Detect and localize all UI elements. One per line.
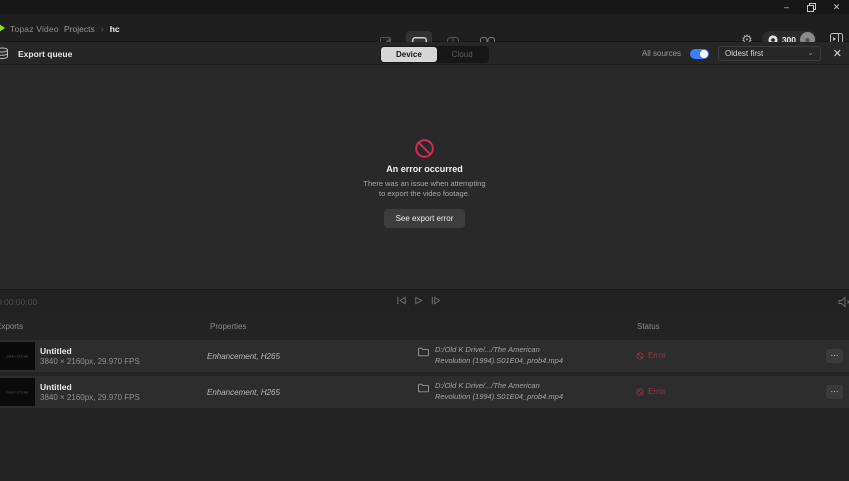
breadcrumb-chevron-icon: ›: [101, 24, 104, 34]
preview-viewer: An error occurred There was an issue whe…: [0, 65, 849, 289]
export-file-path: D:/Old K Drive/.../The American Revoluti…: [435, 345, 563, 366]
play-button[interactable]: [413, 295, 424, 306]
error-title: An error occurred: [386, 164, 463, 174]
export-queue-stack-icon: [0, 47, 9, 62]
close-export-queue-button[interactable]: ✕: [833, 47, 842, 60]
export-thumbnail: GREYSTONE: [0, 378, 35, 406]
folder-icon: [418, 347, 429, 357]
chevron-down-icon: ⌄: [807, 48, 814, 57]
status-error-icon: [636, 388, 644, 396]
exports-table: Exports Properties Status GREYSTONE Unti…: [0, 312, 849, 481]
queue-bar-right-cluster: All sources Oldest first ⌄: [642, 46, 821, 61]
export-status: Error: [636, 351, 666, 360]
export-properties: Enhancement, H265: [207, 388, 280, 397]
restore-button[interactable]: [799, 0, 824, 14]
export-title: Untitled: [40, 346, 72, 356]
exports-table-header: Exports Properties Status: [0, 312, 849, 340]
speaker-icon: [838, 296, 849, 308]
thumbnail-title-card-text: GREYSTONE: [6, 390, 28, 393]
export-queue-title: Export queue: [18, 49, 72, 59]
prohibition-error-icon: [414, 138, 435, 159]
previous-frame-button[interactable]: [396, 295, 407, 306]
close-window-button[interactable]: ✕: [824, 0, 849, 14]
export-properties: Enhancement, H265: [207, 352, 280, 361]
error-message: There was an issue when attempting to ex…: [361, 179, 489, 199]
window-title-bar: – ✕: [0, 0, 849, 14]
timeline-bar: 0:00:00;00: [0, 289, 849, 312]
export-row[interactable]: GREYSTONE Untitled 3840 × 2160px, 29.970…: [0, 340, 849, 372]
brand-name: Topaz Video: [10, 24, 59, 34]
device-cloud-segmented-control: Device Cloud: [380, 46, 489, 63]
toggle-knob: [700, 50, 708, 58]
export-file: D:/Old K Drive/.../The American Revoluti…: [418, 381, 563, 402]
export-row[interactable]: GREYSTONE Untitled 3840 × 2160px, 29.970…: [0, 376, 849, 408]
column-header-exports: Exports: [0, 322, 23, 331]
export-title: Untitled: [40, 382, 72, 392]
row-options-button[interactable]: ⋯: [826, 385, 843, 399]
export-thumbnail: GREYSTONE: [0, 342, 35, 370]
export-file: D:/Old K Drive/.../The American Revoluti…: [418, 345, 563, 366]
window-controls: – ✕: [774, 0, 849, 14]
folder-icon: [418, 383, 429, 393]
tab-device[interactable]: Device: [381, 47, 437, 62]
sort-order-dropdown[interactable]: Oldest first ⌄: [718, 46, 821, 61]
export-queue-bar: Export queue Device Cloud All sources Ol…: [0, 42, 849, 65]
thumbnail-title-card-text: GREYSTONE: [6, 354, 28, 357]
app-window: – ✕ Topaz Video Projects › hc: [0, 0, 849, 481]
next-frame-button[interactable]: [430, 295, 441, 306]
restore-icon: [807, 3, 816, 12]
export-error-panel: An error occurred There was an issue whe…: [0, 138, 849, 228]
see-export-error-button[interactable]: See export error: [384, 209, 466, 228]
transport-controls: [396, 295, 441, 306]
topaz-logo-icon: [0, 22, 5, 34]
export-file-path: D:/Old K Drive/.../The American Revoluti…: [435, 381, 563, 402]
column-header-properties: Properties: [210, 322, 246, 331]
app-header: Topaz Video Projects › hc: [0, 14, 849, 42]
minimize-button[interactable]: –: [774, 0, 799, 14]
all-sources-toggle[interactable]: [690, 49, 709, 59]
volume-button[interactable]: [838, 296, 849, 310]
export-status: Error: [636, 387, 666, 396]
breadcrumb-current: hc: [110, 24, 120, 34]
status-error-label: Error: [648, 387, 666, 396]
breadcrumb: Projects › hc: [64, 24, 120, 34]
status-error-label: Error: [648, 351, 666, 360]
tab-cloud[interactable]: Cloud: [437, 47, 488, 62]
export-resolution-fps: 3840 × 2160px, 29.970 FPS: [40, 393, 140, 402]
breadcrumb-projects[interactable]: Projects: [64, 24, 95, 34]
column-header-status: Status: [637, 322, 660, 331]
status-error-icon: [636, 352, 644, 360]
timecode-display: 0:00:00;00: [0, 297, 37, 307]
export-resolution-fps: 3840 × 2160px, 29.970 FPS: [40, 357, 140, 366]
row-options-button[interactable]: ⋯: [826, 349, 843, 363]
all-sources-label: All sources: [642, 49, 681, 58]
sort-order-value: Oldest first: [725, 49, 763, 58]
